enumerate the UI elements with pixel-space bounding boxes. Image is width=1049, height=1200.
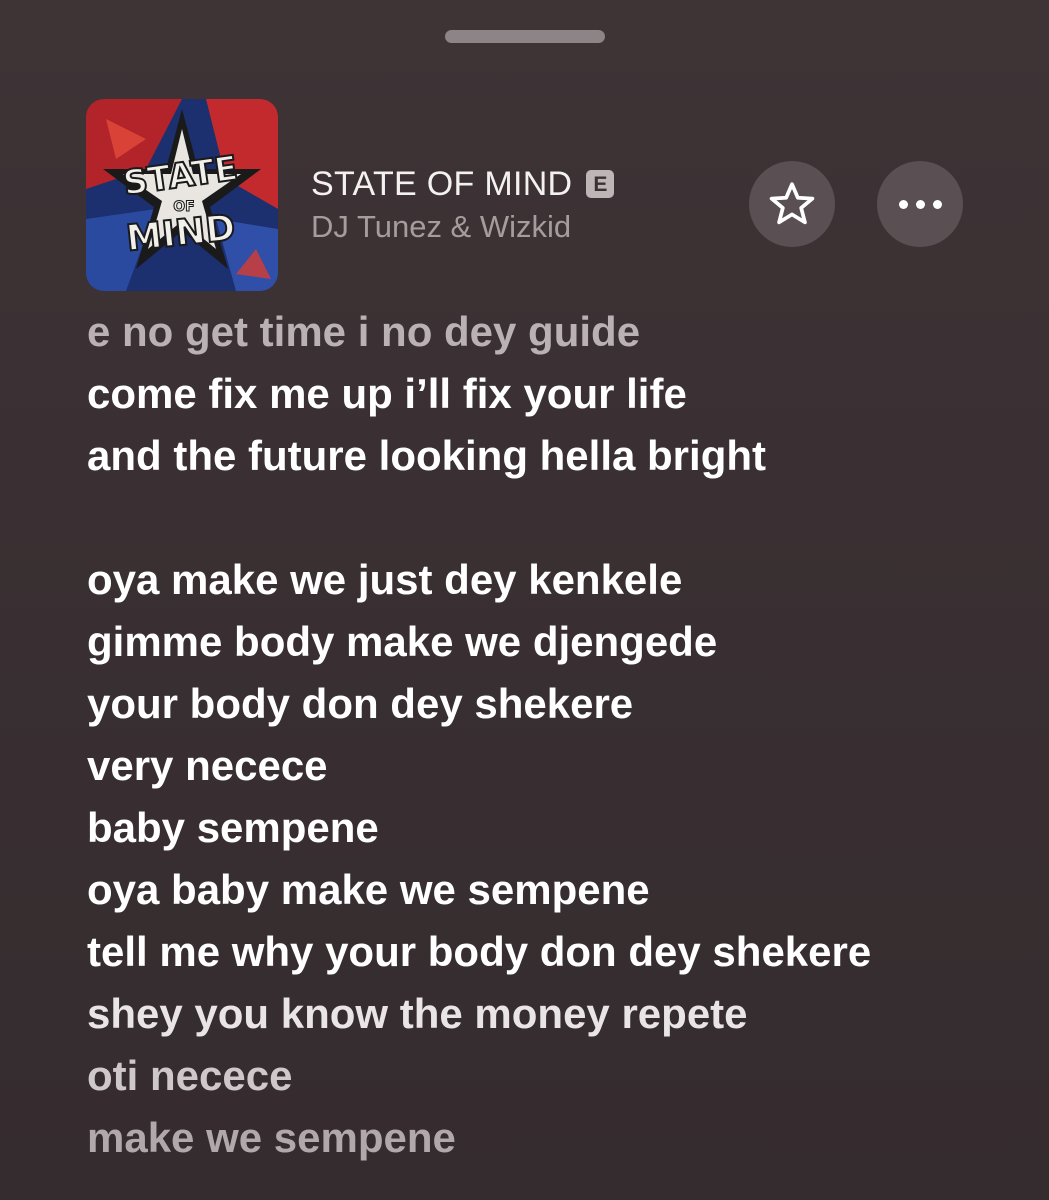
track-title[interactable]: STATE OF MIND	[311, 164, 572, 204]
lyrics-panel[interactable]: e no get time i no dey guide come fix me…	[87, 301, 1027, 1169]
ellipsis-icon	[898, 199, 942, 209]
lyric-line[interactable]: baby sempene	[87, 797, 1027, 859]
lyric-line[interactable]: shey you know the money repete	[87, 983, 1027, 1045]
lyric-line[interactable]: oya make we just dey kenkele	[87, 549, 1027, 611]
lyric-stanza-break	[87, 487, 1027, 549]
sheet-grabber-handle[interactable]	[445, 30, 605, 43]
track-artist[interactable]: DJ Tunez & Wizkid	[311, 208, 571, 246]
favorite-button[interactable]	[749, 161, 835, 247]
lyric-line[interactable]: come fix me up i’ll fix your life	[87, 363, 1027, 425]
album-artwork[interactable]: STATE OF MIND	[86, 99, 278, 291]
more-options-button[interactable]	[877, 161, 963, 247]
lyric-line[interactable]: tell me why your body don dey shekere	[87, 921, 1027, 983]
lyric-line[interactable]: very necece	[87, 735, 1027, 797]
track-title-row: STATE OF MIND E	[311, 164, 615, 204]
explicit-badge: E	[586, 170, 615, 198]
lyric-line[interactable]: gimme body make we djengede	[87, 611, 1027, 673]
lyric-line[interactable]: make we sempene	[87, 1107, 1027, 1169]
lyric-line[interactable]: your body don dey shekere	[87, 673, 1027, 735]
lyric-line[interactable]: e no get time i no dey guide	[87, 301, 1027, 363]
star-outline-icon	[769, 182, 815, 225]
album-artwork-graphic: STATE OF MIND	[86, 99, 278, 291]
lyric-line[interactable]: oti necece	[87, 1045, 1027, 1107]
lyric-line[interactable]: oya baby make we sempene	[87, 859, 1027, 921]
lyric-line[interactable]: and the future looking hella bright	[87, 425, 1027, 487]
